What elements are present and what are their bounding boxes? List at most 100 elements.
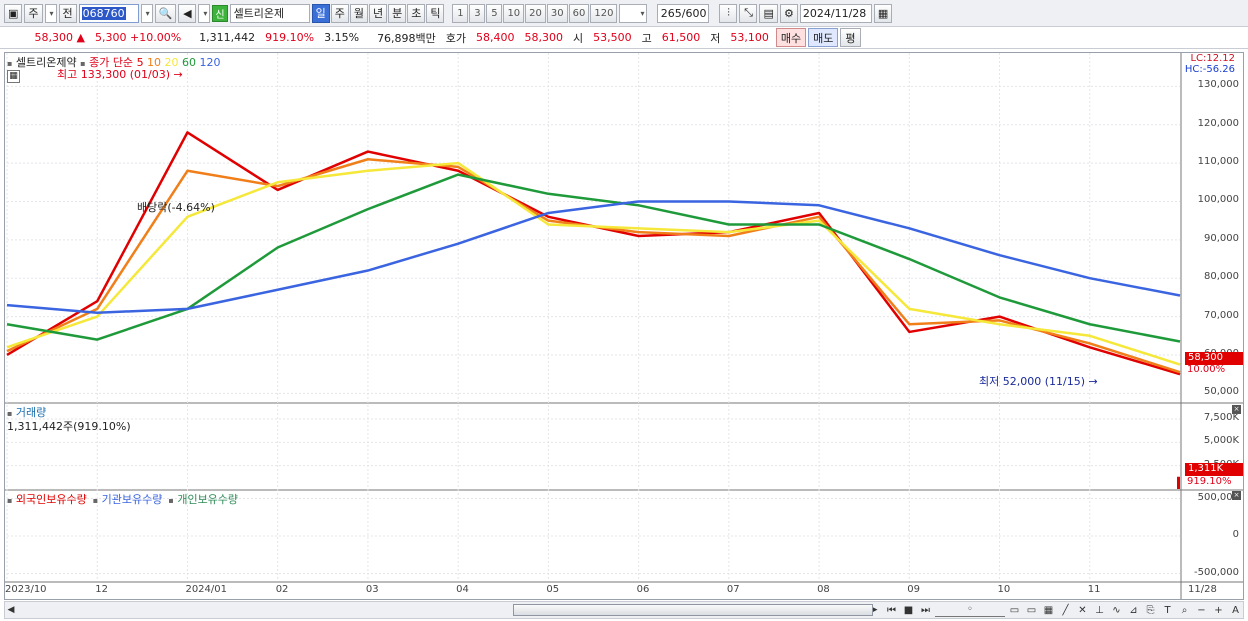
- scroll-controls: ⏮ ■ ⏭ ◦ ▭ ▭ ▦ ╱ ✕ ⊥ ∿ ⊿ ⎘ T ⌕ − + A: [884, 603, 1243, 617]
- period-tab-일[interactable]: 일: [311, 3, 330, 23]
- price-tick-3: 100,000: [1197, 194, 1239, 206]
- x-tick-7: 06: [636, 584, 650, 595]
- code-dropdown-icon[interactable]: ▾: [140, 3, 153, 23]
- zoom-icon[interactable]: ⌕: [1177, 603, 1192, 617]
- stock-name-field[interactable]: 셀트리온제: [229, 3, 310, 23]
- chart-scrollbar[interactable]: ◀ ▶ ⏮ ■ ⏭ ◦ ▭ ▭ ▦ ╱ ✕ ⊥ ∿ ⊿ ⎘ T ⌕ − + A: [4, 601, 1244, 619]
- eval-button[interactable]: 평: [840, 28, 861, 47]
- period-tab-분[interactable]: 분: [388, 3, 407, 23]
- last-icon[interactable]: ⏭: [918, 603, 933, 617]
- stop-icon[interactable]: ■: [901, 603, 916, 617]
- interval-tab-20[interactable]: 20: [525, 3, 546, 23]
- low-price: 53,100: [730, 31, 769, 44]
- ruler-icon[interactable]: ⊥: [1092, 603, 1107, 617]
- buy-button[interactable]: 매수: [775, 28, 807, 47]
- font-size-icon[interactable]: A: [1228, 603, 1243, 617]
- interval-tab-10[interactable]: 10: [503, 3, 525, 23]
- period-tab-년[interactable]: 년: [368, 3, 388, 23]
- interval-tab-120[interactable]: 120: [590, 3, 618, 23]
- x-tick-6: 05: [546, 584, 560, 595]
- period-tab-월[interactable]: 월: [349, 3, 368, 23]
- x-tick-8: 07: [726, 584, 740, 595]
- x-tick-1: 12: [95, 584, 108, 595]
- scroll-left-icon[interactable]: ◀: [5, 603, 17, 617]
- zoom-in-icon[interactable]: +: [1211, 603, 1226, 617]
- high-label: 고: [641, 31, 652, 45]
- date-input[interactable]: 2024/11/28: [799, 3, 872, 23]
- layout-icon[interactable]: ▣: [4, 3, 23, 23]
- mode-select-2[interactable]: 전: [58, 3, 77, 23]
- high-marker-text: 최고 133,300 (01/03): [57, 68, 171, 81]
- period-tabs: 일주월년분초틱: [311, 3, 445, 23]
- period-tab-초[interactable]: 초: [407, 3, 426, 23]
- copy-icon[interactable]: ⎘: [1143, 603, 1158, 617]
- turnover: 3.15%: [324, 31, 360, 44]
- chevron-down-icon[interactable]: ▾: [44, 3, 57, 23]
- interval-tab-60[interactable]: 60: [568, 3, 590, 23]
- search-icon[interactable]: 🔍: [154, 3, 177, 23]
- price-tick-0: 130,000: [1197, 79, 1239, 91]
- x-tick-4: 03: [365, 584, 379, 595]
- period-tab-틱[interactable]: 틱: [426, 3, 445, 23]
- price-tick-4: 90,000: [1204, 232, 1239, 244]
- pane-bullet-icon: ▪: [7, 59, 13, 68]
- price-change: 5,300 +10.00%: [90, 31, 186, 44]
- scroll-thumb[interactable]: [512, 604, 873, 616]
- table-toggle-icon[interactable]: ▦: [7, 70, 20, 83]
- interval-tab-30[interactable]: 30: [546, 3, 568, 23]
- interval-tab-3[interactable]: 3: [469, 3, 486, 23]
- holdings-series-0: 외국인보유수량: [12, 493, 87, 506]
- x-tick-2: 2024/01: [185, 584, 227, 595]
- settings-gear-icon[interactable]: ⚙: [779, 3, 798, 23]
- scroll-track[interactable]: [21, 604, 873, 616]
- x-tick-13: 11/28: [1188, 584, 1217, 595]
- wave-icon[interactable]: ∿: [1109, 603, 1124, 617]
- x-tick-11: 10: [997, 584, 1011, 595]
- layout-1-icon[interactable]: ▭: [1007, 603, 1022, 617]
- price-tick-1: 120,000: [1197, 117, 1239, 129]
- layout-3-icon[interactable]: ▦: [1041, 603, 1056, 617]
- ma-line-20: [6, 161, 1181, 366]
- first-icon[interactable]: ⏮: [884, 603, 899, 617]
- interval-dropdown[interactable]: ▾: [619, 3, 648, 23]
- change-pct: +10.00%: [130, 31, 182, 44]
- holdings-series-1: 기관보유수량: [98, 493, 163, 506]
- cross-tool-icon[interactable]: ✕: [1075, 603, 1090, 617]
- sell-button[interactable]: 매도: [808, 28, 839, 47]
- volume-bullet-icon: ▪: [7, 409, 13, 418]
- volume: 1,311,442: [199, 31, 256, 44]
- x-tick-5: 04: [456, 584, 469, 595]
- chart-area[interactable]: ▪ 셀트리온제약 ▪ 종가 단순 5 10 20 60 120 ▦ LC:12.…: [4, 52, 1244, 600]
- ma-line-10: [6, 158, 1181, 374]
- line-tool-icon[interactable]: ╱: [1058, 603, 1073, 617]
- open-label: 시: [573, 31, 584, 45]
- close-holdings-pane-icon[interactable]: ×: [1232, 491, 1241, 500]
- zoom-slider[interactable]: ◦: [935, 603, 1005, 617]
- draw-tool-icon[interactable]: ⤡: [739, 3, 758, 23]
- close-volume-pane-icon[interactable]: ×: [1232, 405, 1241, 414]
- ma-period-120: 120: [196, 56, 221, 69]
- stock-code-input[interactable]: 068760: [78, 3, 139, 23]
- x-tick-10: 09: [907, 584, 921, 595]
- x-tick-12: 11: [1087, 584, 1101, 595]
- interval-tab-5[interactable]: 5: [486, 3, 503, 23]
- save-icon[interactable]: ▤: [759, 3, 778, 23]
- layout-2-icon[interactable]: ▭: [1024, 603, 1039, 617]
- candle-type-icon[interactable]: ⫶: [719, 3, 738, 23]
- change-value: 5,300: [95, 31, 127, 44]
- speaker-icon[interactable]: ◀: [178, 3, 197, 23]
- chart-svg[interactable]: [5, 53, 1243, 599]
- zoom-out-icon[interactable]: −: [1194, 603, 1209, 617]
- period-tab-주[interactable]: 주: [330, 3, 349, 23]
- high-price: 61,500: [661, 31, 701, 44]
- calendar-icon[interactable]: ▦: [873, 3, 893, 23]
- text-tool-icon[interactable]: T: [1160, 603, 1175, 617]
- fib-icon[interactable]: ⊿: [1126, 603, 1141, 617]
- low-marker: 최저 52,000 (11/15) →: [979, 375, 1098, 388]
- speaker-dropdown-icon[interactable]: ▾: [198, 3, 211, 23]
- mode-select-1[interactable]: 주: [24, 3, 43, 23]
- hc-value: HC:-56.26: [1184, 64, 1235, 75]
- interval-tab-1[interactable]: 1: [452, 3, 469, 23]
- chart-toolbar: ▣ 주 ▾ 전 068760 ▾ 🔍 ◀ ▾ 신 셀트리온제 일주월년분초틱 1…: [0, 0, 1248, 27]
- bar-count-input[interactable]: 265/600: [657, 3, 710, 23]
